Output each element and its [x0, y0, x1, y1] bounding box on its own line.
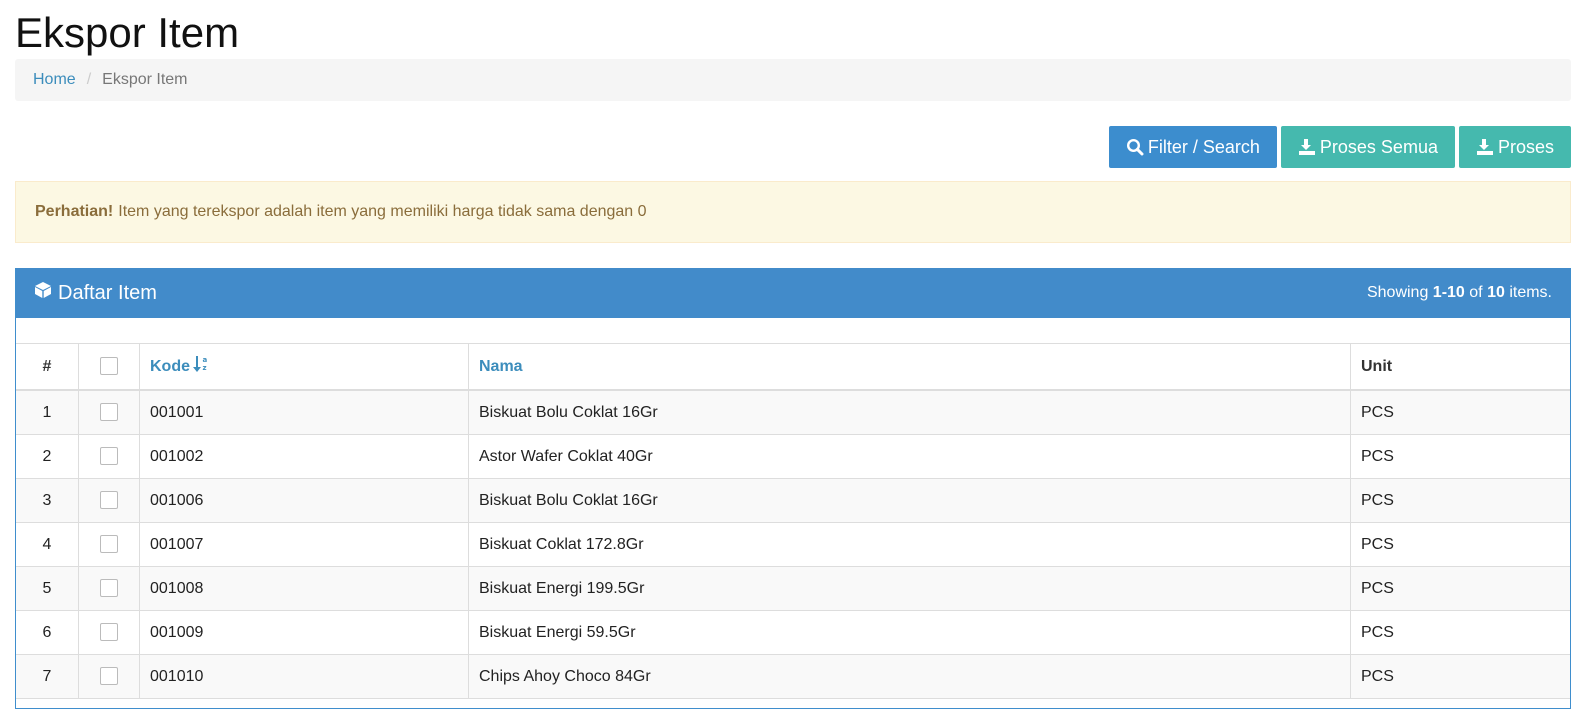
- export-icon: [1476, 138, 1494, 156]
- row-unit: PCS: [1350, 566, 1570, 611]
- row-kode: 001007: [139, 522, 469, 567]
- row-select-cell: [78, 522, 140, 567]
- panel-heading: Daftar Item Showing 1-10 of 10 items.: [16, 268, 1570, 318]
- svg-text:a: a: [203, 356, 208, 364]
- row-number: 5: [16, 566, 79, 611]
- row-select-cell: [78, 389, 140, 435]
- summary-total: 10: [1487, 284, 1505, 301]
- table-row: 1 001001 Biskuat Bolu Coklat 16Gr PCS: [16, 389, 1570, 435]
- row-unit: PCS: [1350, 434, 1570, 479]
- table-row: 5 001008 Biskuat Energi 199.5Gr PCS: [16, 566, 1570, 611]
- summary-of: of: [1469, 284, 1483, 301]
- row-nama: Biskuat Bolu Coklat 16Gr: [468, 389, 1351, 435]
- filter-search-label: Filter / Search: [1147, 136, 1260, 157]
- row-select-cell: [78, 434, 140, 479]
- row-nama: Astor Wafer Coklat 40Gr: [468, 434, 1351, 479]
- breadcrumb: Home / Ekspor Item: [15, 59, 1571, 101]
- alert-title: Perhatian!: [35, 203, 114, 220]
- search-icon: [1126, 138, 1144, 156]
- sort-alpha-icon: az: [193, 354, 209, 379]
- proses-label: Proses: [1497, 136, 1554, 157]
- row-nama: Chips Ahoy Choco 84Gr: [468, 654, 1351, 699]
- row-nama: Biskuat Energi 59.5Gr: [468, 610, 1351, 655]
- row-unit: PCS: [1350, 389, 1570, 435]
- proses-button[interactable]: Proses: [1458, 126, 1571, 168]
- table-row: 2 001002 Astor Wafer Coklat 40Gr PCS: [16, 434, 1570, 479]
- row-checkbox[interactable]: [100, 579, 118, 598]
- header-nama: Nama: [468, 343, 1351, 391]
- row-checkbox[interactable]: [100, 535, 118, 554]
- panel-title: Daftar Item: [34, 281, 157, 305]
- row-nama: Biskuat Energi 199.5Gr: [468, 566, 1351, 611]
- row-checkbox[interactable]: [100, 491, 118, 510]
- header-kode: Kode az: [139, 343, 469, 391]
- alert-message: Item yang terekspor adalah item yang mem…: [118, 203, 647, 220]
- row-number: 7: [16, 654, 79, 699]
- summary-suffix: items.: [1509, 284, 1552, 301]
- page: Ekspor Item Home / Ekspor Item Filter / …: [0, 0, 1586, 709]
- header-number: #: [16, 343, 79, 391]
- table-header-row: # Kode az Nama Unit: [16, 343, 1570, 391]
- table-row: 7 001010 Chips Ahoy Choco 84Gr PCS: [16, 654, 1570, 699]
- warning-alert: Perhatian! Item yang terekspor adalah it…: [15, 181, 1571, 243]
- row-select-cell: [78, 478, 140, 523]
- row-checkbox[interactable]: [100, 403, 118, 422]
- row-kode: 001009: [139, 610, 469, 655]
- row-number: 4: [16, 522, 79, 567]
- sort-nama-link[interactable]: Nama: [479, 358, 523, 376]
- table-row: 3 001006 Biskuat Bolu Coklat 16Gr PCS: [16, 478, 1570, 523]
- breadcrumb-current: Ekspor Item: [102, 71, 188, 88]
- header-kode-label: Kode: [150, 357, 190, 375]
- row-kode: 001001: [139, 389, 469, 435]
- filter-search-button[interactable]: Filter / Search: [1108, 126, 1277, 168]
- table-row: 4 001007 Biskuat Coklat 172.8Gr PCS: [16, 522, 1570, 567]
- row-nama: Biskuat Coklat 172.8Gr: [468, 522, 1351, 567]
- summary-prefix: Showing: [1366, 284, 1429, 301]
- header-unit: Unit: [1350, 343, 1570, 391]
- svg-text:z: z: [203, 364, 207, 372]
- row-kode: 001006: [139, 478, 469, 523]
- items-summary: Showing 1-10 of 10 items.: [1367, 284, 1552, 302]
- row-checkbox[interactable]: [100, 447, 118, 466]
- select-all-checkbox[interactable]: [100, 357, 118, 376]
- row-unit: PCS: [1350, 522, 1570, 567]
- sort-kode-link[interactable]: Kode az: [150, 354, 209, 379]
- row-select-cell: [78, 654, 140, 699]
- row-kode: 001002: [139, 434, 469, 479]
- export-icon: [1298, 138, 1316, 156]
- breadcrumb-separator: /: [86, 71, 92, 88]
- header-select-all: [78, 343, 140, 391]
- row-nama: Biskuat Bolu Coklat 16Gr: [468, 478, 1351, 523]
- panel-spacer: [16, 318, 1570, 343]
- row-kode: 001010: [139, 654, 469, 699]
- cube-icon: [34, 281, 52, 305]
- proses-semua-label: Proses Semua: [1319, 136, 1438, 157]
- row-number: 3: [16, 478, 79, 523]
- row-select-cell: [78, 610, 140, 655]
- proses-semua-button[interactable]: Proses Semua: [1280, 126, 1455, 168]
- item-list-panel: Daftar Item Showing 1-10 of 10 items. #: [15, 268, 1571, 709]
- item-table: # Kode az Nama Unit 1 001001 Biskuat Bol…: [16, 343, 1570, 699]
- row-unit: PCS: [1350, 610, 1570, 655]
- row-number: 6: [16, 610, 79, 655]
- table-row: 6 001009 Biskuat Energi 59.5Gr PCS: [16, 610, 1570, 655]
- breadcrumb-home-link[interactable]: Home: [33, 71, 76, 89]
- panel-title-text: Daftar Item: [58, 281, 157, 304]
- row-select-cell: [78, 566, 140, 611]
- toolbar: Filter / Search Proses Semua Proses: [15, 101, 1571, 181]
- row-number: 2: [16, 434, 79, 479]
- row-kode: 001008: [139, 566, 469, 611]
- row-checkbox[interactable]: [100, 667, 118, 686]
- row-number: 1: [16, 389, 79, 435]
- row-unit: PCS: [1350, 654, 1570, 699]
- row-checkbox[interactable]: [100, 623, 118, 642]
- row-unit: PCS: [1350, 478, 1570, 523]
- summary-range: 1-10: [1432, 284, 1465, 301]
- page-title: Ekspor Item: [15, 9, 240, 56]
